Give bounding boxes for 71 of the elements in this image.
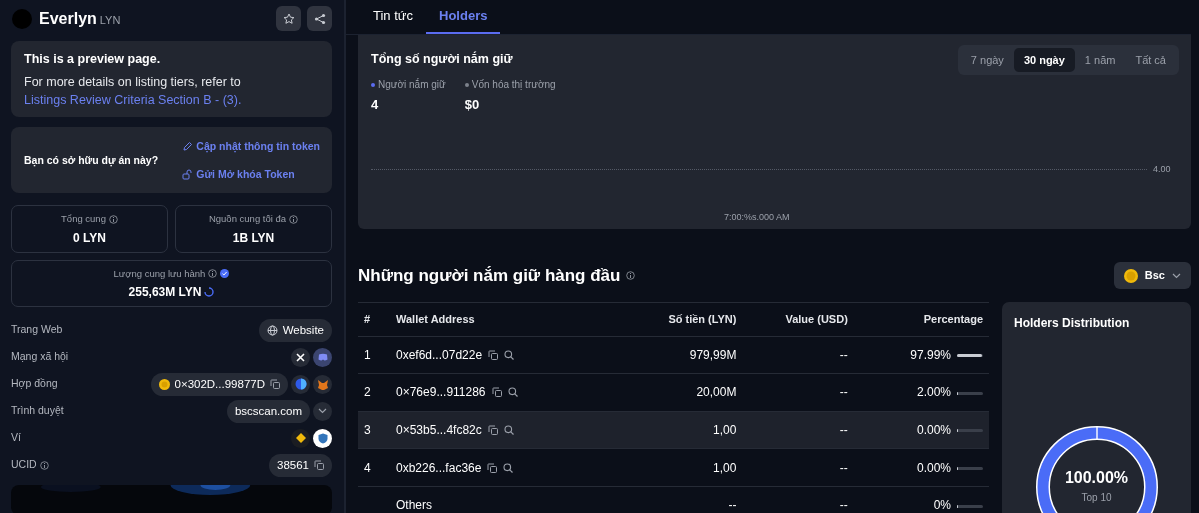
period-tab[interactable]: Tất cả <box>1125 47 1176 72</box>
rank-cell: 1 <box>364 347 371 362</box>
info-label: Ví <box>11 430 21 446</box>
amount-cell: -- <box>728 498 737 513</box>
axis-value: 4.00 <box>1153 162 1172 176</box>
wallet-address[interactable]: 0xb226...fac36e <box>396 458 482 477</box>
ownership-question: Bạn có sở hữu dự án này? <box>24 152 159 169</box>
wallet-address[interactable]: 0xef6d...07d22e <box>396 345 483 364</box>
amount-cell: 20,00M <box>696 385 737 400</box>
column-header: # <box>358 302 390 336</box>
percentage-cell: 97.99% <box>910 347 951 362</box>
tab[interactable]: Holders <box>426 0 501 34</box>
value-cell: -- <box>839 460 848 475</box>
info-label: Hợp đồng <box>11 376 58 392</box>
wallet-address[interactable]: 0×76e9...911286 <box>396 383 486 402</box>
info-label: Mạng xã hội <box>11 349 69 365</box>
column-header: Số tiền (LYN) <box>616 302 738 336</box>
rank-cell: 3 <box>364 423 371 437</box>
percentage-cell: 0.00% <box>916 423 951 437</box>
legend-label: Người nắm giữ <box>378 77 446 92</box>
column-header: Percentage <box>848 302 989 336</box>
wallet-address[interactable]: 0×53b5...4fc82c <box>396 421 482 439</box>
supply-label: Nguồn cung tối đa <box>208 212 287 227</box>
donut-percentage: 100.00% <box>1063 467 1130 488</box>
legend-value: $0 <box>464 96 481 114</box>
supply-value: 255,63M LYN <box>128 283 202 301</box>
others-label: Others <box>396 497 432 513</box>
info-label: Trang Web <box>11 322 63 338</box>
period-tab[interactable]: 30 ngày <box>1013 47 1075 72</box>
explorer-button[interactable]: bscscan.com <box>226 399 310 423</box>
period-tab[interactable]: 7 ngày <box>960 47 1014 72</box>
value-cell: -- <box>839 498 848 513</box>
notice-title: This is a preview page. <box>24 51 162 68</box>
value-cell: -- <box>839 347 848 362</box>
listing-criteria-link[interactable]: Listings Review Criteria Section B - (3). <box>24 90 242 109</box>
column-header: Value (USD) <box>737 302 849 336</box>
chart-title: Tổng số người nắm giữ <box>371 50 513 69</box>
update-token-link[interactable]: Cập nhật thông tin token <box>182 138 320 155</box>
token-symbol: LYN <box>99 12 121 28</box>
supply-label: Tổng cung <box>61 212 106 227</box>
amount-cell: 1,00 <box>713 460 737 475</box>
percentage-cell: 0% <box>933 498 951 513</box>
amount-cell: 979,99M <box>689 347 737 362</box>
card-title: Holders Distribution <box>1014 314 1130 332</box>
value-cell: -- <box>839 385 848 400</box>
supply-label: Lượng cung lưu hành <box>113 266 206 281</box>
info-label: Trình duyệt <box>11 403 64 419</box>
contract-address-chip[interactable]: 0×302D...99877D <box>150 372 288 396</box>
axis-label: 7:00:%s.000 AM <box>724 211 790 224</box>
tab[interactable]: Tin tức <box>360 0 426 34</box>
column-header: Wallet Address <box>390 302 616 336</box>
legend-value: 4 <box>371 96 380 114</box>
rank-cell: 2 <box>364 385 371 400</box>
supply-value: 0 LYN <box>73 229 106 247</box>
unlock-token-link[interactable]: Gửi Mở khóa Token <box>182 166 320 183</box>
amount-cell: 1,00 <box>713 423 737 437</box>
legend-label: Vốn hóa thị trường <box>471 78 556 92</box>
info-label: UCID <box>11 457 37 473</box>
website-button[interactable]: Website <box>258 318 332 342</box>
notice-text: For more details on listing tiers, refer to Listings Review Criteria Section B - (3). <box>24 73 243 109</box>
period-tab[interactable]: 1 năm <box>1074 47 1126 72</box>
section-title: Những người nắm giữ hàng đầu <box>358 264 621 287</box>
rank-cell: 4 <box>364 460 371 475</box>
value-cell: -- <box>839 423 848 437</box>
token-name: Everlyn <box>39 8 97 29</box>
chain-dropdown[interactable]: Bsc <box>1113 262 1191 289</box>
ucid-chip[interactable]: 38561 <box>269 453 332 477</box>
supply-value: 1B LYN <box>232 229 275 247</box>
percentage-cell: 2.00% <box>916 385 951 400</box>
donut-caption: Top 10 <box>1080 490 1113 505</box>
percentage-cell: 0.00% <box>916 460 951 475</box>
